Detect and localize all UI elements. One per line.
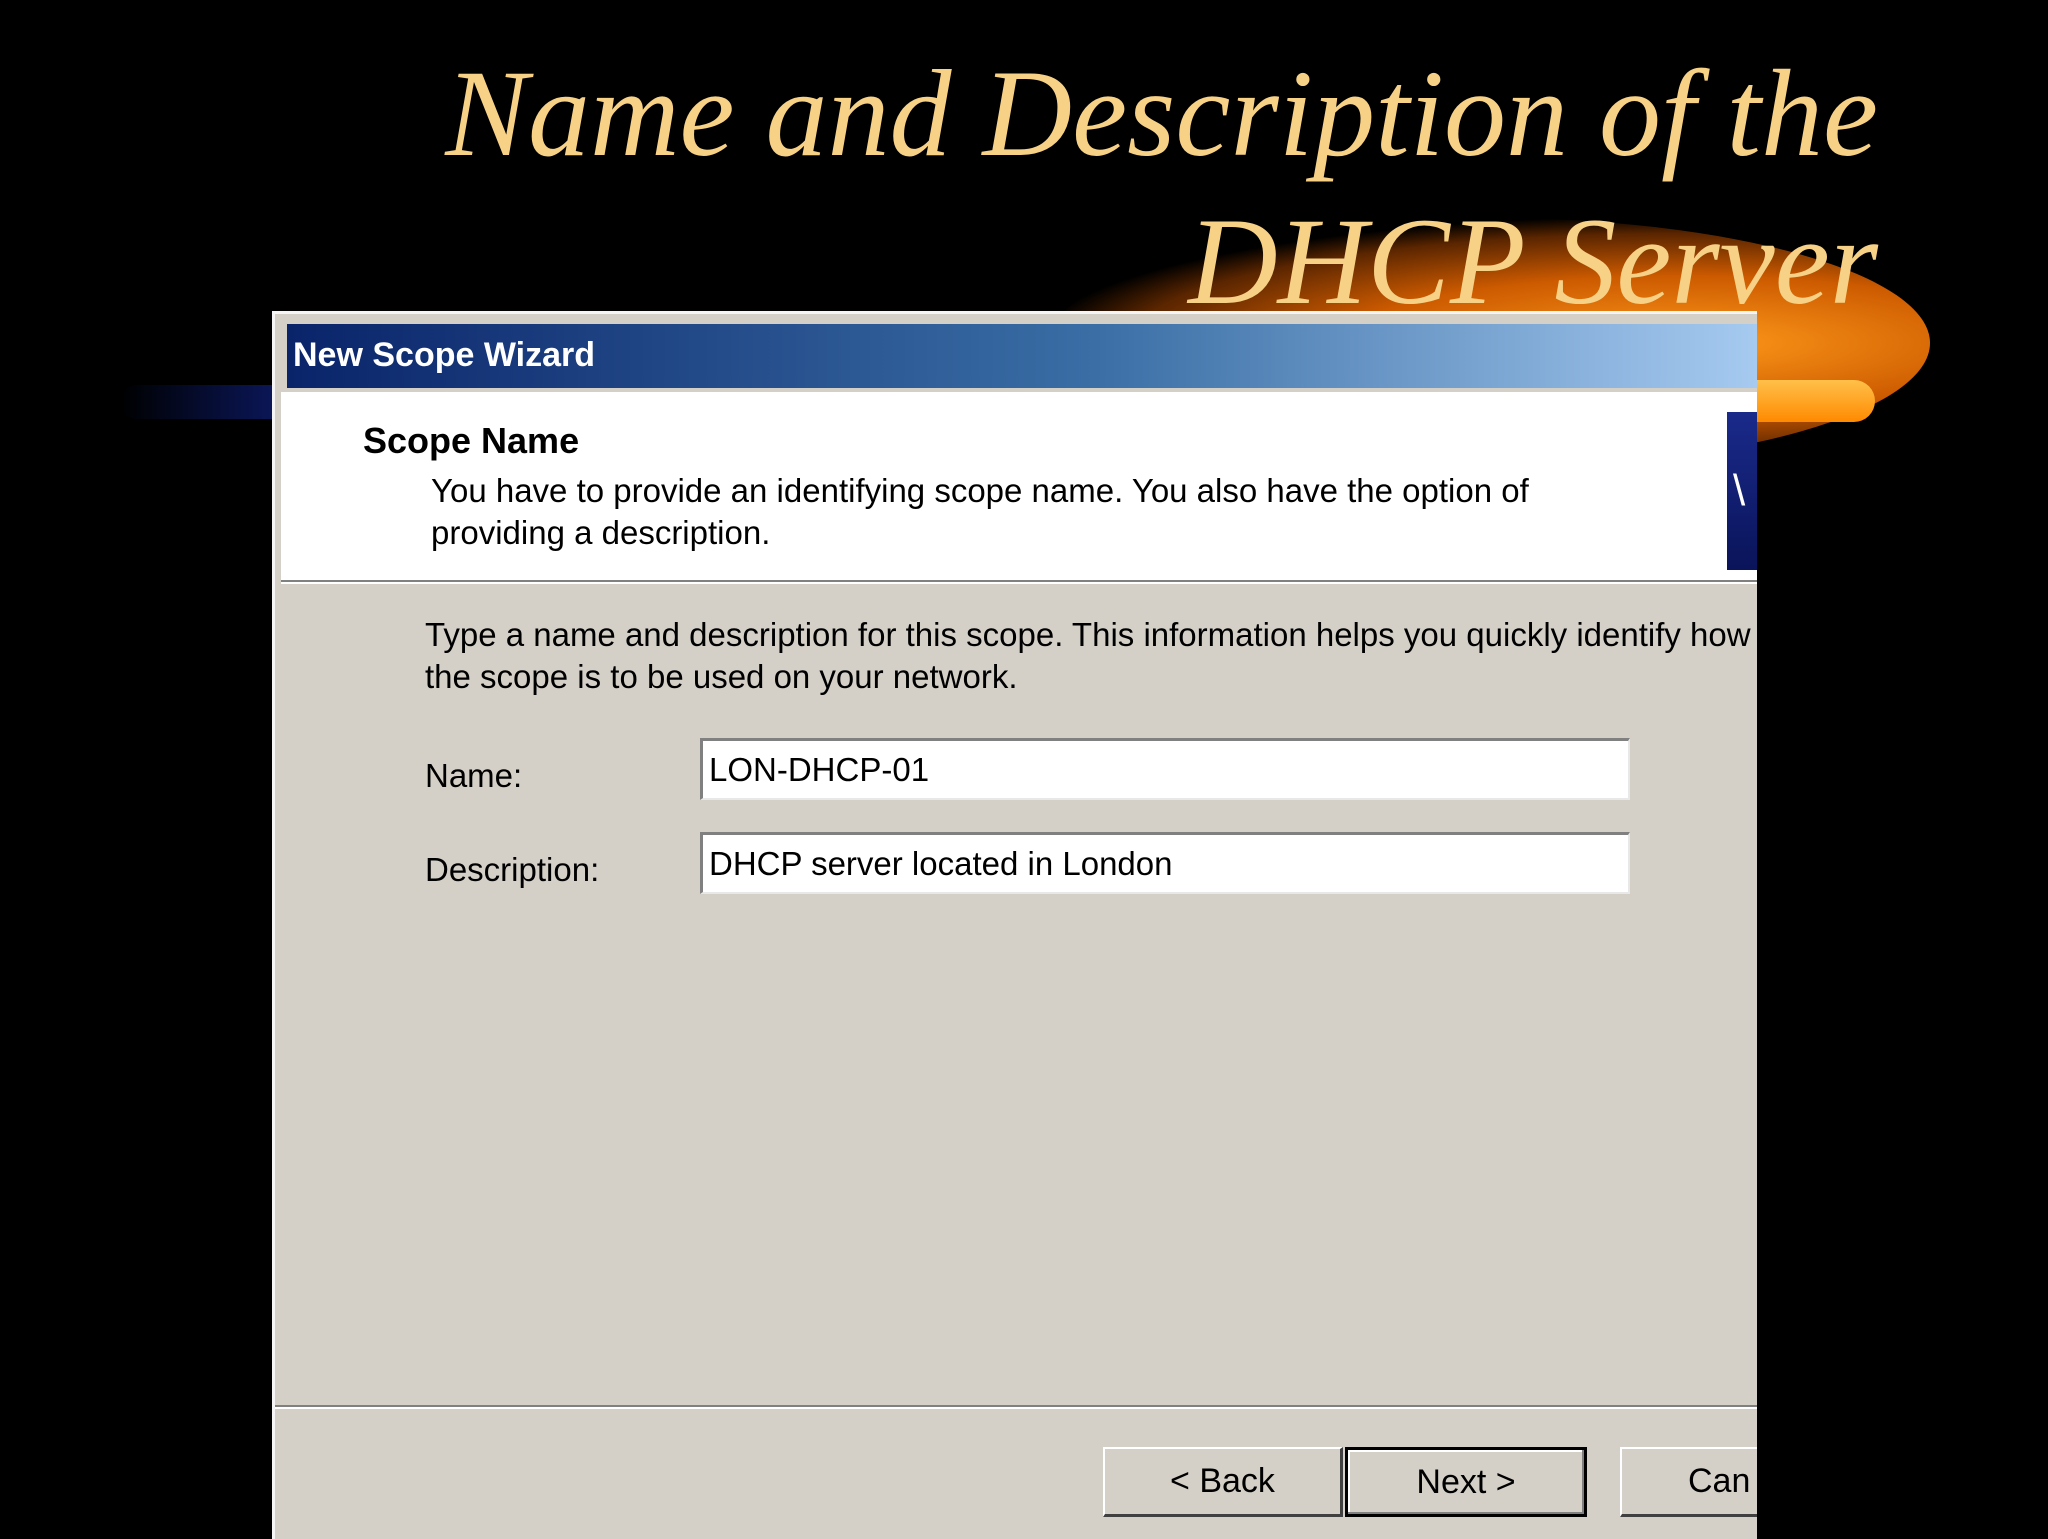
back-button[interactable]: < Back [1103,1447,1343,1517]
wizard-step-subtitle: You have to provide an identifying scope… [431,472,1529,551]
footer-divider [275,1405,1757,1409]
wizard-logo-icon: \ [1727,412,1757,570]
slide-title-line-2: DHCP Server [1188,193,1878,330]
slide-title-line-1: Name and Description of the [445,45,1878,182]
wizard-step-title: Scope Name [363,420,580,461]
name-input[interactable] [700,738,1630,800]
description-input[interactable] [700,832,1630,894]
header-divider [281,582,1757,584]
name-label: Name: [425,757,523,794]
intro-text: Type a name and description for this sco… [425,616,1751,695]
new-scope-wizard-dialog: New Scope Wizard Scope Name You have to … [272,311,1757,1539]
slide-title: Name and Description of the DHCP Server [378,40,1878,336]
cancel-button[interactable]: Can [1620,1447,1757,1517]
next-button[interactable]: Next > [1345,1447,1587,1517]
description-label: Description: [425,851,600,888]
dialog-title: New Scope Wizard [293,336,595,374]
wizard-header: Scope Name You have to provide an identi… [281,392,1757,582]
